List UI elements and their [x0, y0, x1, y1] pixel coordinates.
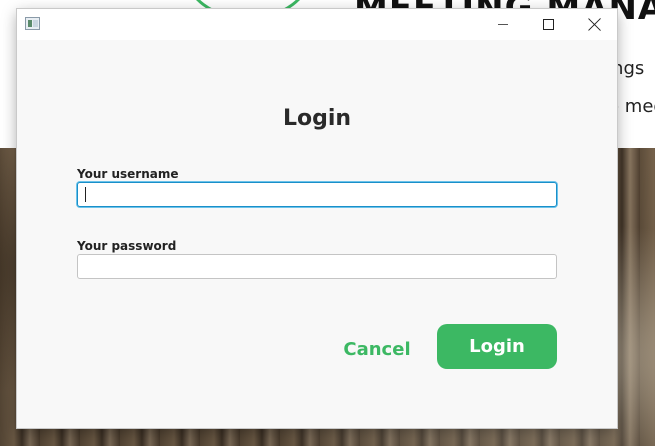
text-caret	[85, 187, 86, 202]
cancel-button[interactable]: Cancel	[335, 332, 419, 366]
close-button[interactable]	[571, 9, 617, 40]
maximize-button[interactable]	[525, 9, 571, 40]
login-dialog: Login Your username Your password Cancel…	[17, 9, 617, 428]
maximize-icon	[542, 19, 554, 30]
dialog-heading: Login	[282, 106, 352, 131]
login-button[interactable]: Login	[437, 324, 557, 369]
dialog-content: Login Your username Your password Cancel…	[17, 40, 617, 428]
app-icon	[25, 17, 40, 30]
username-label: Your username	[77, 167, 179, 181]
minimize-icon	[498, 24, 508, 25]
close-icon	[588, 18, 601, 31]
password-input[interactable]	[77, 254, 557, 279]
username-input[interactable]	[77, 182, 557, 207]
password-label: Your password	[77, 239, 177, 253]
minimize-button[interactable]	[480, 9, 526, 40]
title-bar[interactable]	[17, 9, 617, 40]
